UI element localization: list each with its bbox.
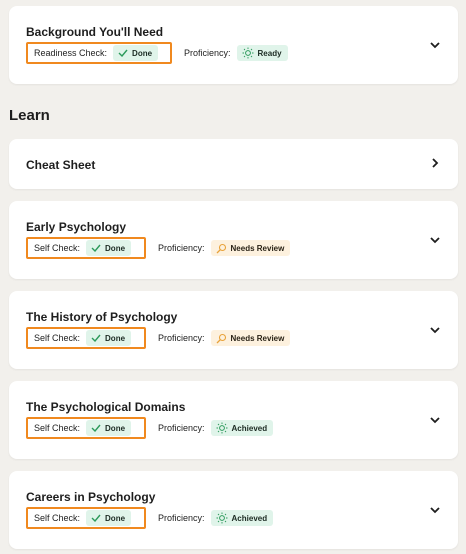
- done-badge: Done: [86, 510, 132, 526]
- cheat-sheet-card[interactable]: Cheat Sheet: [9, 139, 458, 189]
- self-check-highlight: Self Check: Done: [26, 237, 146, 259]
- needs-review-badge-label: Needs Review: [230, 333, 285, 343]
- readiness-check-highlight: Readiness Check: Done: [26, 42, 172, 64]
- achieved-badge: Achieved: [210, 510, 274, 526]
- card-title: Early Psychology: [26, 220, 127, 234]
- magnifier-icon: [216, 243, 226, 253]
- module-card[interactable]: The Psychological Domains Self Check: Do…: [9, 381, 458, 459]
- card-title: The Psychological Domains: [26, 400, 186, 414]
- self-check-highlight: Self Check: Done: [26, 417, 146, 439]
- proficiency-label: Proficiency:: [158, 513, 205, 523]
- done-badge-label: Done: [132, 48, 153, 58]
- achieved-badge-label: Achieved: [231, 513, 268, 523]
- done-badge-label: Done: [105, 513, 126, 523]
- ready-badge: Ready: [236, 45, 288, 61]
- achieved-badge-label: Achieved: [231, 423, 268, 433]
- lightbulb-icon: [242, 47, 254, 59]
- section-heading-learn: Learn: [9, 107, 50, 124]
- self-check-label: Self Check:: [34, 513, 81, 523]
- needs-review-badge-label: Needs Review: [230, 243, 285, 253]
- self-check-label: Self Check:: [34, 333, 81, 343]
- module-card[interactable]: The History of Psychology Self Check: Do…: [9, 291, 458, 369]
- chevron-down-icon[interactable]: [429, 39, 441, 51]
- readiness-check-label: Readiness Check:: [34, 48, 108, 58]
- lightbulb-icon: [216, 512, 228, 524]
- ready-badge-label: Ready: [257, 48, 282, 58]
- proficiency-label: Proficiency:: [158, 243, 205, 253]
- needs-review-badge: Needs Review: [210, 240, 291, 256]
- checkmark-icon: [118, 49, 128, 57]
- checkmark-icon: [91, 334, 101, 342]
- proficiency-label: Proficiency:: [158, 423, 205, 433]
- checkmark-icon: [91, 514, 101, 522]
- magnifier-icon: [216, 333, 226, 343]
- checkmark-icon: [91, 244, 101, 252]
- self-check-label: Self Check:: [34, 423, 81, 433]
- achieved-badge: Achieved: [210, 420, 274, 436]
- proficiency-label: Proficiency:: [184, 48, 231, 58]
- done-badge: Done: [86, 240, 132, 256]
- module-card[interactable]: Careers in Psychology Self Check: Done P…: [9, 471, 458, 549]
- self-check-highlight: Self Check: Done: [26, 327, 146, 349]
- card-title: Background You'll Need: [26, 25, 164, 39]
- chevron-down-icon[interactable]: [429, 324, 441, 336]
- done-badge: Done: [86, 420, 132, 436]
- self-check-label: Self Check:: [34, 243, 81, 253]
- background-card[interactable]: Background You'll Need Readiness Check: …: [9, 6, 458, 84]
- card-title: The History of Psychology: [26, 310, 178, 324]
- done-badge-label: Done: [105, 243, 126, 253]
- checkmark-icon: [91, 424, 101, 432]
- module-card[interactable]: Early Psychology Self Check: Done Profic…: [9, 201, 458, 279]
- lightbulb-icon: [216, 422, 228, 434]
- chevron-down-icon[interactable]: [429, 414, 441, 426]
- chevron-down-icon[interactable]: [429, 234, 441, 246]
- done-badge-label: Done: [105, 423, 126, 433]
- self-check-highlight: Self Check: Done: [26, 507, 146, 529]
- proficiency-label: Proficiency:: [158, 333, 205, 343]
- card-title: Careers in Psychology: [26, 490, 156, 504]
- done-badge: Done: [113, 45, 159, 61]
- done-badge: Done: [86, 330, 132, 346]
- chevron-down-icon[interactable]: [429, 504, 441, 516]
- chevron-right-icon[interactable]: [429, 157, 441, 169]
- done-badge-label: Done: [105, 333, 126, 343]
- card-title: Cheat Sheet: [26, 158, 96, 172]
- needs-review-badge: Needs Review: [210, 330, 291, 346]
